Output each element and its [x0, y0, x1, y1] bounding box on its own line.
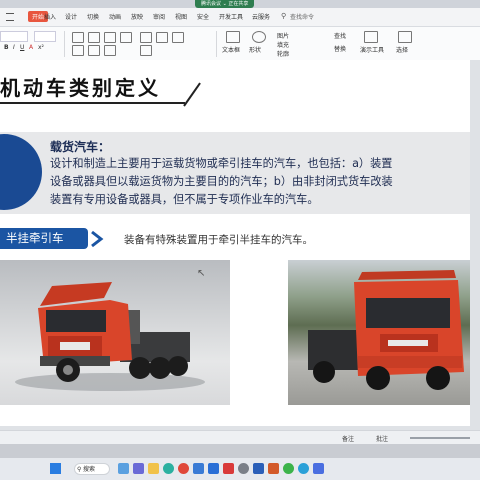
- title-slash-decoration: [183, 82, 201, 107]
- command-search[interactable]: 查找命令: [290, 12, 314, 21]
- indent-icon[interactable]: [72, 45, 84, 56]
- font-color-button[interactable]: A: [29, 44, 33, 51]
- start-icon[interactable]: [50, 463, 61, 474]
- align-right-icon[interactable]: [104, 32, 116, 43]
- settings-icon[interactable]: [238, 463, 249, 474]
- italic-button[interactable]: I: [13, 44, 15, 51]
- chat-icon[interactable]: [133, 463, 144, 474]
- presentation-icon[interactable]: [268, 463, 279, 474]
- ribbon-separator: [64, 31, 65, 57]
- chevron-right-icon: [91, 230, 104, 248]
- ribbon-separator: [216, 31, 217, 57]
- presentation-tools-icon[interactable]: [364, 31, 378, 43]
- hamburger-icon[interactable]: [6, 13, 14, 21]
- tab-insert[interactable]: 插入: [44, 12, 56, 21]
- mouse-cursor-icon: ↖: [197, 268, 206, 279]
- vehicle-type-description: 装备有特殊装置用于牵引半挂车的汽车。: [124, 234, 313, 246]
- tractor-truck-image: [15, 282, 205, 391]
- font-size-box[interactable]: [34, 31, 56, 42]
- wps-icon[interactable]: [223, 463, 234, 474]
- tab-review[interactable]: 审阅: [153, 12, 165, 21]
- tab-animation[interactable]: 动画: [109, 12, 121, 21]
- list-icon[interactable]: [120, 32, 132, 43]
- comments-button[interactable]: 批注: [376, 434, 388, 443]
- replace-button[interactable]: 替换: [334, 44, 346, 53]
- find-button[interactable]: 查找: [334, 31, 346, 40]
- select-button[interactable]: 选择: [396, 45, 408, 54]
- slide[interactable]: 机动车类别定义 2 载货汽车： 设计和制造上主要用于运载货物或牵引挂车的汽车，也…: [0, 60, 470, 426]
- columns-icon[interactable]: [140, 32, 152, 43]
- meeting-app-icon[interactable]: [208, 463, 219, 474]
- clear-format-button[interactable]: x²: [38, 44, 44, 51]
- outline-button[interactable]: 轮廓: [277, 49, 289, 58]
- search-label: 搜索: [83, 466, 96, 473]
- shape-icon[interactable]: [252, 31, 266, 43]
- section-number: 2: [0, 152, 2, 187]
- meeting-share-pill[interactable]: 腾讯会议 ⌄ 正在共享: [195, 0, 255, 8]
- subheading: 载货汽车：: [50, 140, 111, 154]
- edge-icon[interactable]: [163, 463, 174, 474]
- tab-slideshow[interactable]: 放映: [131, 12, 143, 21]
- ribbon-toolbar: B I U A x² 文本框 形状 图片 填充 轮廓 查找 替换 演示工具 选择: [0, 27, 480, 61]
- search-icon[interactable]: ⚲: [281, 12, 286, 20]
- textbox-button[interactable]: 文本框: [222, 45, 240, 54]
- body-line-3: 装置有专用设备或器具，但不属于专项作业车的汽车。: [50, 193, 319, 206]
- truck-photo-left: [0, 260, 230, 405]
- tab-transition[interactable]: 切换: [87, 12, 99, 21]
- tractor-truck-image: [308, 270, 464, 390]
- meeting-strip: 腾讯会议 ⌄ 正在共享: [0, 0, 480, 8]
- fill-button[interactable]: 填充: [277, 40, 289, 49]
- shape-button[interactable]: 形状: [249, 45, 261, 54]
- menu-bar: 开始 插入 设计 切换 动画 放映 审阅 视图 安全 开发工具 云服务 ⚲ 查找…: [0, 8, 480, 27]
- picture-button[interactable]: 图片: [277, 31, 289, 40]
- smartart-icon[interactable]: [172, 32, 184, 43]
- select-icon[interactable]: [398, 31, 412, 43]
- file-explorer-icon[interactable]: [148, 463, 159, 474]
- underline-button[interactable]: U: [20, 44, 24, 51]
- taskbar-search[interactable]: ⚲ 搜索: [74, 463, 110, 475]
- tab-view[interactable]: 视图: [175, 12, 187, 21]
- tab-design[interactable]: 设计: [65, 12, 77, 21]
- word-icon[interactable]: [253, 463, 264, 474]
- app-icon[interactable]: [313, 463, 324, 474]
- tab-cloud[interactable]: 云服务: [252, 12, 270, 21]
- screen: 腾讯会议 ⌄ 正在共享 开始 插入 设计 切换 动画 放映 审阅 视图 安全 开…: [0, 0, 480, 480]
- store-icon[interactable]: [193, 463, 204, 474]
- outdent-icon[interactable]: [88, 45, 100, 56]
- wechat-icon[interactable]: [283, 463, 294, 474]
- status-bar: 备注 批注: [0, 430, 480, 445]
- tab-developer[interactable]: 开发工具: [219, 12, 243, 21]
- browser-icon[interactable]: [298, 463, 309, 474]
- align-left-icon[interactable]: [72, 32, 84, 43]
- search-icon: ⚲: [77, 466, 82, 473]
- zoom-slider[interactable]: [410, 437, 470, 439]
- textbox-icon[interactable]: [226, 31, 240, 43]
- tab-security[interactable]: 安全: [197, 12, 209, 21]
- title-underline: [0, 102, 185, 104]
- vehicle-type-tag: 半挂牵引车: [0, 228, 88, 249]
- body-line-2: 设备或器具但以载运货物为主要目的的汽车；b）由非封闭式货车改装: [50, 175, 393, 188]
- font-box[interactable]: [0, 31, 28, 42]
- text-direction-icon[interactable]: [156, 32, 168, 43]
- truck-photo-right: [288, 260, 470, 405]
- presentation-tools-button[interactable]: 演示工具: [360, 45, 384, 54]
- text-align-icon[interactable]: [140, 45, 152, 56]
- line-spacing-icon[interactable]: [104, 45, 116, 56]
- bold-button[interactable]: B: [4, 44, 9, 51]
- windows-taskbar: ⚲ 搜索: [0, 458, 480, 480]
- body-line-1: 设计和制造上主要用于运载货物或牵引挂车的汽车，也包括：a）装置: [50, 157, 393, 170]
- notes-button[interactable]: 备注: [342, 434, 354, 443]
- widgets-icon[interactable]: [118, 463, 129, 474]
- chrome-icon[interactable]: [178, 463, 189, 474]
- align-center-icon[interactable]: [88, 32, 100, 43]
- window-bottom-edge: [0, 444, 480, 458]
- slide-title: 机动车类别定义: [0, 76, 161, 100]
